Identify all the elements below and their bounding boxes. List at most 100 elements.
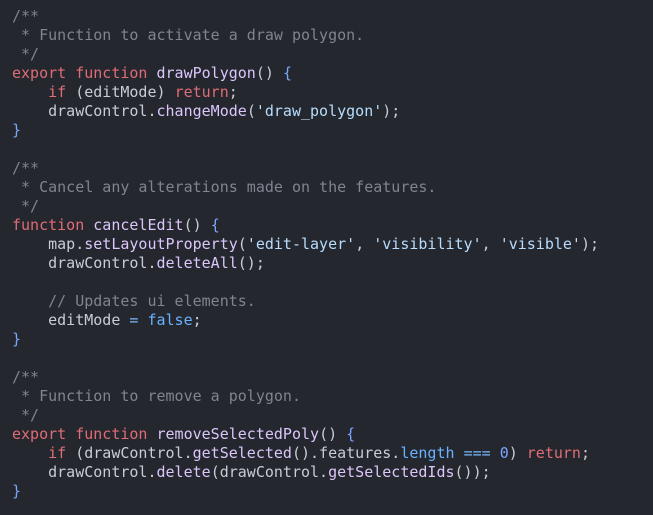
code-token: } — [12, 482, 22, 500]
code-token: function — [12, 216, 85, 234]
code-token: * Function to remove a polygon. — [12, 387, 301, 405]
code-token: * Function to activate a draw polygon. — [12, 26, 365, 44]
code-token: // Updates ui elements. — [48, 292, 256, 310]
code-token: 'visible' — [499, 235, 581, 253]
code-token: { — [210, 216, 220, 234]
code-line[interactable] — [12, 349, 653, 368]
code-token: false — [147, 311, 193, 329]
code-token: drawControl. — [12, 254, 157, 272]
code-token: getSelectedIds — [328, 463, 455, 481]
code-line[interactable] — [12, 140, 653, 159]
code-line[interactable]: */ — [12, 45, 653, 64]
code-token: length — [400, 444, 455, 462]
code-line[interactable]: */ — [12, 406, 653, 425]
code-token: (drawControl. — [210, 463, 329, 481]
code-line[interactable]: /** — [12, 159, 653, 178]
code-line[interactable]: editMode = false; — [12, 311, 653, 330]
code-token: (drawControl. — [66, 444, 193, 462]
code-token: */ — [12, 406, 40, 424]
code-token: 'visibility' — [373, 235, 482, 253]
code-line[interactable]: map.setLayoutProperty('edit-layer', 'vis… — [12, 235, 653, 254]
code-token: /** — [12, 7, 40, 25]
code-line[interactable]: function cancelEdit() { — [12, 216, 653, 235]
code-line[interactable] — [12, 273, 653, 292]
code-line[interactable]: drawControl.deleteAll(); — [12, 254, 653, 273]
code-token: { — [346, 425, 356, 443]
code-token: () — [319, 425, 338, 443]
code-line[interactable]: * Cancel any alterations made on the fea… — [12, 178, 653, 197]
code-token: ( — [246, 102, 256, 120]
code-token: return — [174, 83, 229, 101]
code-line[interactable]: export function removeSelectedPoly() { — [12, 425, 653, 444]
code-token: ); — [382, 102, 401, 120]
code-token: setLayoutProperty — [84, 235, 238, 253]
code-editor[interactable]: /** * Function to activate a draw polygo… — [0, 0, 653, 515]
code-token: if — [48, 83, 67, 101]
code-token: 'edit-layer' — [246, 235, 356, 253]
code-token: /** — [12, 368, 40, 386]
code-line[interactable]: if (drawControl.getSelected().features.l… — [12, 444, 653, 463]
code-token: drawControl. — [12, 102, 157, 120]
code-line[interactable]: drawControl.delete(drawControl.getSelect… — [12, 463, 653, 482]
code-token: (); — [237, 254, 265, 272]
code-token: if — [48, 444, 67, 462]
code-token: delete — [156, 463, 211, 481]
code-token: ()); — [454, 463, 491, 481]
code-token: export — [12, 425, 67, 443]
code-token: drawPolygon — [156, 64, 256, 82]
code-token: ( — [237, 235, 247, 253]
code-token: */ — [12, 45, 40, 63]
code-line[interactable]: } — [12, 330, 653, 349]
code-line[interactable]: if (editMode) return; — [12, 83, 653, 102]
code-token: ().features. — [291, 444, 401, 462]
code-line[interactable]: export function drawPolygon() { — [12, 64, 653, 83]
code-token: function — [75, 425, 148, 443]
code-token: */ — [12, 197, 40, 215]
code-token: function — [75, 64, 148, 82]
code-token: } — [12, 121, 22, 139]
code-line[interactable]: * Function to activate a draw polygon. — [12, 26, 653, 45]
code-token: ; — [228, 83, 238, 101]
code-line[interactable]: // Updates ui elements. — [12, 292, 653, 311]
code-token: () — [255, 64, 274, 82]
code-token: ; — [192, 311, 202, 329]
code-token: map. — [12, 235, 85, 253]
code-token: () — [183, 216, 202, 234]
code-token: , — [481, 235, 500, 253]
code-line[interactable]: drawControl.changeMode('draw_polygon'); — [12, 102, 653, 121]
code-token: ); — [580, 235, 600, 253]
code-token: cancelEdit — [93, 216, 184, 234]
code-token: } — [12, 330, 22, 348]
code-token: changeMode — [156, 102, 247, 120]
code-token: export — [12, 64, 67, 82]
code-token: drawControl. — [12, 463, 157, 481]
code-line[interactable]: * Function to remove a polygon. — [12, 387, 653, 406]
code-token: ) — [508, 444, 527, 462]
code-token: removeSelectedPoly — [156, 425, 320, 443]
code-token: 0 — [499, 444, 509, 462]
code-line[interactable]: } — [12, 482, 653, 501]
code-line[interactable]: } — [12, 121, 653, 140]
code-line[interactable]: /** — [12, 368, 653, 387]
code-line[interactable]: /** — [12, 7, 653, 26]
code-token: 'draw_polygon' — [255, 102, 383, 120]
code-token: , — [355, 235, 374, 253]
code-token: editMode — [12, 311, 130, 329]
code-line[interactable]: */ — [12, 197, 653, 216]
code-body[interactable]: /** * Function to activate a draw polygo… — [12, 7, 653, 501]
code-token: getSelected — [192, 444, 292, 462]
code-token: === — [463, 444, 491, 462]
code-token: * Cancel any alterations made on the fea… — [12, 178, 437, 196]
